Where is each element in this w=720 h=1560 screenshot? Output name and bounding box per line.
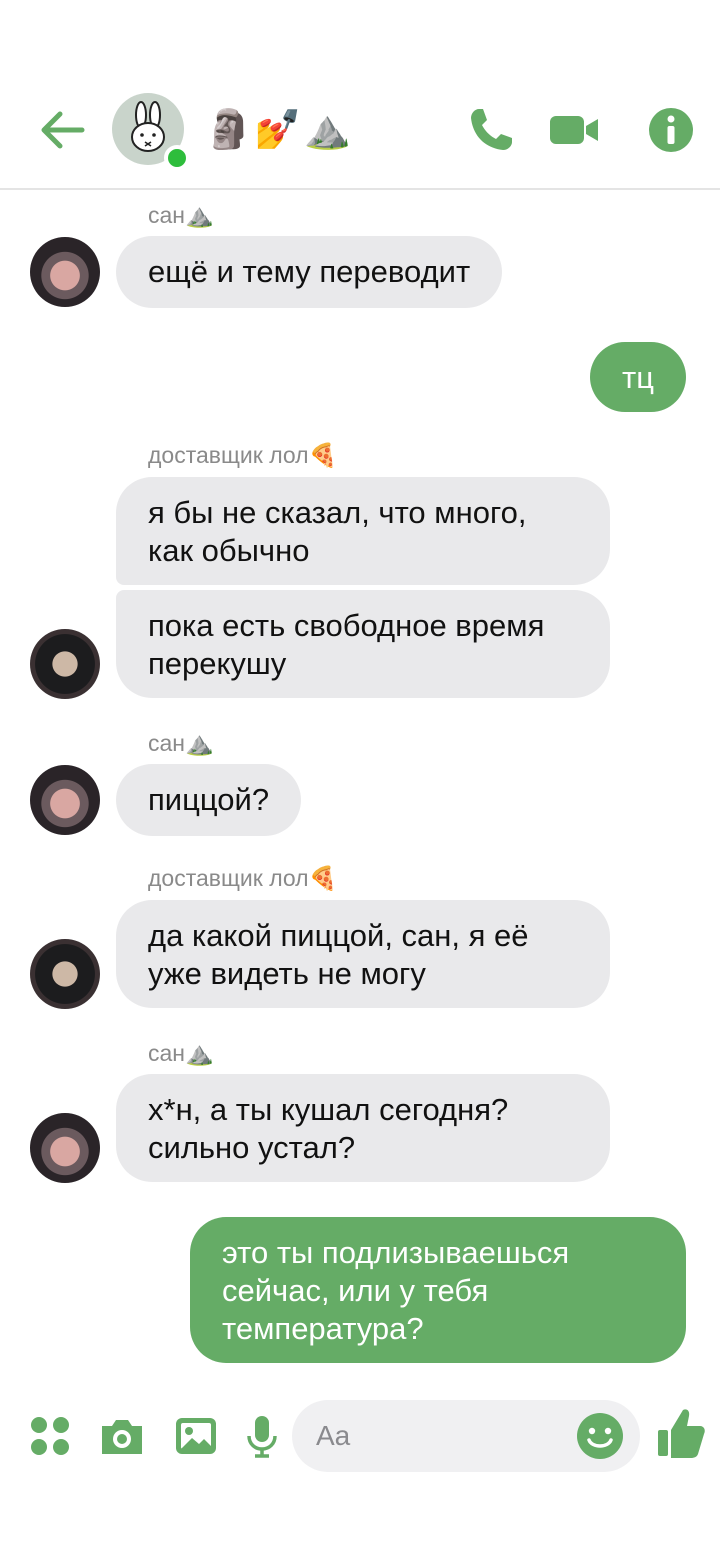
sender-name: сан⛰️ xyxy=(148,202,214,228)
sender-name: сан⛰️ xyxy=(148,1040,214,1066)
apps-icon[interactable] xyxy=(26,1412,74,1460)
avatar[interactable] xyxy=(30,1113,100,1183)
message-composer xyxy=(0,1398,720,1478)
message-list[interactable]: сан⛰️ ещё и тему переводит тц доставщик … xyxy=(0,190,720,1395)
message-bubble[interactable]: пиццой? xyxy=(116,764,302,836)
camera-icon[interactable] xyxy=(98,1412,146,1460)
sender-name: доставщик лол🍕 xyxy=(148,865,338,891)
message-bubble[interactable]: х*н, а ты кушал сегодня? сильно устал? xyxy=(116,1074,610,1182)
sender-name: доставщик лол🍕 xyxy=(148,442,338,468)
message-bubble-outgoing[interactable]: тц xyxy=(590,342,686,412)
chat-title[interactable]: 🗿💅⛰️ xyxy=(205,108,353,152)
avatar[interactable] xyxy=(30,237,100,307)
avatar[interactable] xyxy=(30,765,100,835)
avatar[interactable] xyxy=(30,939,100,1009)
message-bubble[interactable]: я бы не сказал, что много, как обычно xyxy=(116,477,610,585)
video-camera-icon[interactable] xyxy=(548,104,600,156)
microphone-icon[interactable] xyxy=(238,1412,286,1460)
message-bubble[interactable]: ещё и тему переводит xyxy=(116,236,503,308)
message-bubble[interactable]: да какой пиццой, сан, я её уже видеть не… xyxy=(116,900,610,1008)
chat-header: 🗿💅⛰️ xyxy=(0,0,720,190)
online-status-dot xyxy=(164,145,190,171)
info-icon[interactable] xyxy=(645,104,697,156)
image-icon[interactable] xyxy=(172,1412,220,1460)
thumbs-up-icon[interactable] xyxy=(656,1406,706,1460)
emoji-icon[interactable] xyxy=(576,1412,624,1460)
avatar[interactable] xyxy=(30,629,100,699)
group-avatar[interactable] xyxy=(112,93,190,171)
back-arrow-icon[interactable] xyxy=(38,108,86,152)
sender-name: сан⛰️ xyxy=(148,730,214,756)
message-bubble-outgoing[interactable]: это ты подлизываешься сейчас, или у тебя… xyxy=(190,1217,686,1363)
phone-icon[interactable] xyxy=(465,104,517,156)
message-bubble[interactable]: пока есть свободное время перекушу xyxy=(116,590,610,698)
